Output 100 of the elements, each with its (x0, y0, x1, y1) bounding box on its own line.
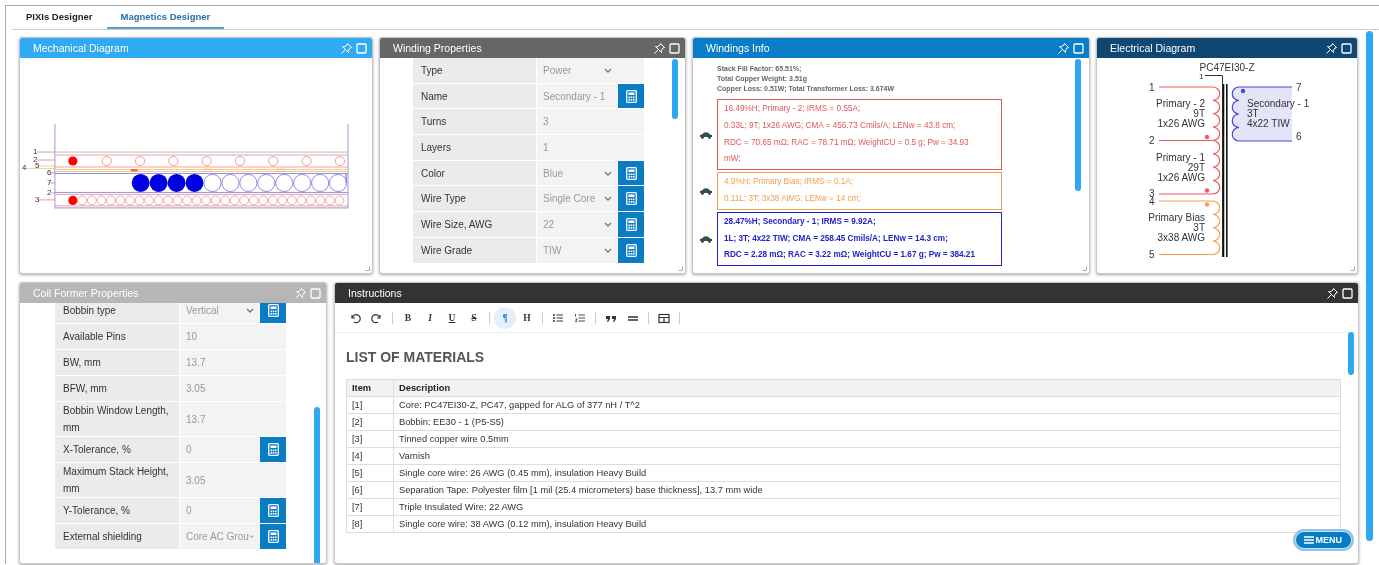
winding-info-text: 1L; 3T; 4x22 TIW; CMA = 258.45 Cmils/A; LENw = 14.3 cm; (724, 232, 949, 245)
table-header-cell: Item (346, 379, 394, 397)
scrollbar-thumb[interactable] (1348, 332, 1354, 375)
chevron-down-icon (246, 308, 254, 313)
maximize-icon[interactable] (1342, 287, 1353, 299)
pin-icon[interactable] (1326, 286, 1339, 300)
text-field[interactable]: 3.05 (180, 463, 286, 497)
property-label: Bobbin Window Length, mm (55, 402, 180, 436)
resize-grip-icon[interactable] (1082, 266, 1087, 271)
text-field[interactable]: 3.05 (180, 376, 286, 401)
maximize-icon[interactable] (669, 42, 680, 54)
dropdown[interactable]: 22 (537, 212, 618, 237)
leader-line (50, 172, 56, 174)
toolbar-button[interactable]: U (441, 306, 463, 329)
layer-label: 7 (46, 177, 52, 187)
scrollbar-thumb[interactable] (672, 59, 678, 119)
winding-turns: 29T (1187, 161, 1205, 173)
property-label: BW, mm (55, 350, 180, 375)
table-cell: Triple Insulated Wire: 22 AWG (393, 498, 1341, 516)
text-field[interactable]: 13.7 (180, 350, 286, 375)
calculator-icon (625, 217, 637, 231)
text-field[interactable]: 0 (180, 437, 260, 462)
panel-title: Winding Properties (393, 42, 483, 54)
redo-icon (371, 311, 383, 324)
winding-info-card[interactable]: 16.49%H; Primary - 2; IRMS = 0.55A; 0.33L; 9T; 1x26 AWG; CMA = 456.73 Cmils/A; LENw = 43.8 cm; RDC = 70.65 mΩ; RAC = 78.71 mΩ; WeightCU = 0.5 g; Pw = 34.93 mW; (717, 99, 1002, 171)
dropdown[interactable]: Blue (537, 160, 618, 186)
panel-title: Instructions (348, 287, 403, 299)
table-cell: Varnish (393, 447, 1341, 465)
table-icon (658, 311, 670, 324)
toolbar-button[interactable]: B (397, 306, 419, 329)
pin-icon[interactable] (653, 41, 666, 55)
calculator-button[interactable] (260, 303, 286, 323)
dropdown[interactable]: Single Core (537, 186, 618, 212)
table-cell: [6] (346, 481, 394, 499)
winding-info-text: RDC = 70.65 mΩ; RAC = 78.71 mΩ; WeightCU = 0.5 g; Pw = 34.93 (724, 136, 970, 149)
winding-info-card[interactable]: 28.47%H; Secondary - 1; IRMS = 9.92A; 1L; 3T; 4x22 TIW; CMA = 258.45 Cmils/A; LENw = 14.3 cm; RDC = 2.28 mΩ; RAC = 3.22 mΩ; WeightCU = 1.67 g; Pw = 384.21 (717, 211, 1002, 267)
toolbar-button[interactable]: I (419, 306, 441, 329)
text-field[interactable]: Secondary - 1 (537, 83, 618, 109)
layer-label: 6 (46, 167, 52, 177)
text-field[interactable]: 3 (537, 109, 644, 135)
calculator-icon (625, 166, 637, 180)
text-field[interactable]: 0 (180, 498, 260, 523)
chevron-down-icon (604, 170, 612, 176)
scrollbar-thumb[interactable] (1366, 31, 1373, 541)
bullet-list-icon (552, 311, 564, 324)
toolbar-button[interactable]: H (516, 306, 538, 329)
table-cell: [7] (346, 498, 394, 516)
property-label: Available Pins (55, 324, 180, 349)
calculator-button[interactable] (260, 437, 286, 462)
pin-number: 1 (1149, 82, 1155, 93)
panel-title: Coil Former Properties (33, 287, 140, 299)
pin-number: 4 (1149, 196, 1155, 207)
calculator-icon (267, 304, 279, 317)
property-label: Color (413, 160, 537, 186)
winding-turns: 3T (1247, 108, 1259, 119)
property-label: Layers (413, 135, 537, 160)
table-cell: Tinned copper wire 0.5mm (393, 430, 1341, 448)
calculator-button[interactable] (618, 212, 644, 237)
winding-info-text: mW; (724, 153, 742, 166)
toolbar-button[interactable]: S (463, 306, 485, 329)
winding-info-card[interactable]: 4.9%H; Primary Bias; IRMS = 0.1A; 0.11L; 3T; 3x38 AWG; LENw = 14 cm; (717, 172, 1002, 210)
calculator-button[interactable] (618, 83, 644, 109)
calculator-button[interactable] (260, 498, 286, 523)
resize-grip-icon[interactable] (678, 266, 683, 271)
pin-number: 2 (1149, 134, 1155, 146)
property-label: Wire Size, AWG (413, 212, 537, 237)
calculator-button[interactable] (618, 237, 644, 263)
dropdown[interactable]: Core AC Grou (180, 524, 260, 549)
winding-info-text: RDC = 2.28 mΩ; RAC = 3.22 mΩ; WeightCU = 1.67 g; Pw = 384.21 (724, 249, 976, 262)
tab[interactable]: Magnetics Designer (106, 6, 225, 29)
winding-name: Primary - 2 (1156, 98, 1205, 109)
core-label: PC47EI30-Z (1199, 62, 1255, 73)
text-field[interactable]: 1 (537, 135, 644, 160)
calculator-button[interactable] (260, 524, 286, 549)
winding-info-text: 4.9%H; Primary Bias; IRMS = 0.1A; (724, 176, 854, 189)
winding-name: Secondary - 1 (1247, 98, 1310, 109)
dropdown[interactable]: Power (537, 58, 644, 83)
resize-grip-icon[interactable] (1350, 266, 1355, 271)
text-field[interactable]: 10 (180, 324, 286, 349)
pin-icon[interactable] (1325, 41, 1338, 55)
toolbar-button[interactable]: ¶ (494, 306, 516, 329)
resize-grip-icon[interactable] (365, 266, 370, 271)
scrollbar-thumb[interactable] (1075, 59, 1081, 191)
table-cell: [2] (346, 413, 394, 431)
scrollbar-thumb[interactable] (314, 407, 320, 563)
property-label: Wire Grade (413, 237, 537, 263)
menu-button[interactable]: MENU (1294, 531, 1352, 549)
maximize-icon[interactable] (1341, 42, 1352, 54)
leader-line (38, 199, 56, 201)
calculator-icon (625, 243, 637, 257)
text-field[interactable]: 13.7 (180, 402, 286, 436)
dropdown[interactable]: Vertical (180, 303, 260, 323)
dropdown[interactable]: TIW (537, 237, 618, 263)
calculator-button[interactable] (618, 186, 644, 212)
table-cell: Single core wire: 26 AWG (0.45 mm), insulation Heavy Build (393, 464, 1341, 482)
tab[interactable]: PIXIs Designer (12, 6, 107, 29)
calculator-button[interactable] (618, 160, 644, 186)
car-icon (699, 234, 713, 243)
calculator-icon (625, 89, 637, 103)
pin-number: 5 (1149, 248, 1155, 260)
